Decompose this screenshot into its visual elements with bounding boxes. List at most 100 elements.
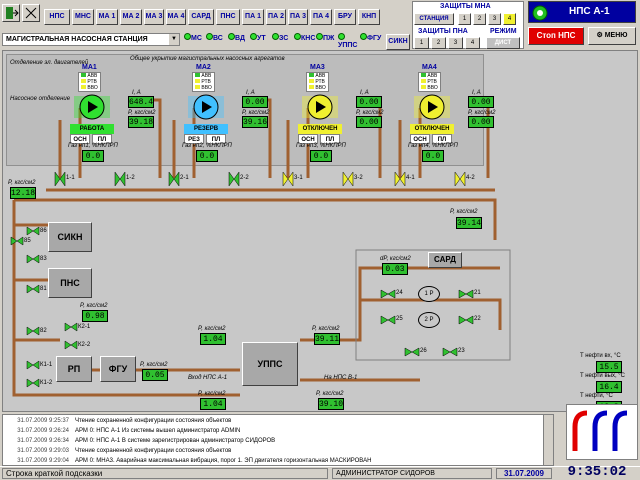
valve-icon (64, 340, 78, 350)
valve-icon (228, 171, 240, 187)
agg-gas-label: Газ нп2, %НКПРП (182, 143, 232, 149)
rp-unit[interactable]: РП (56, 356, 92, 382)
p-in-value: 12.18 (10, 187, 36, 199)
sard-valve-21[interactable]: 21 (458, 286, 486, 302)
valve-2-2[interactable]: 2-2 (228, 170, 252, 188)
out-label: На НПС В-1 (324, 375, 358, 381)
valve-85[interactable]: 85 (10, 236, 40, 248)
p-in-label: P, кгс/см2 (8, 180, 36, 186)
valve-3-2[interactable]: 3-2 (342, 170, 366, 188)
agg-name: МА4 (422, 64, 437, 71)
valve-2-1[interactable]: 2-1 (168, 170, 192, 188)
valve-81[interactable]: 81 (26, 284, 56, 296)
valve-icon (380, 286, 396, 299)
sard-valve-24[interactable]: 24 (380, 286, 408, 302)
agg-status: РЕЗЕРВ (184, 124, 228, 134)
agg-name: МА2 (196, 64, 211, 71)
agg-gas: 0.0 (422, 150, 444, 162)
agg-gas: 0.0 (310, 150, 332, 162)
valve-icon (282, 171, 294, 187)
agg-current: 0.00 (356, 96, 382, 108)
valve-83[interactable]: 83 (26, 254, 56, 266)
agg-sensors: АВВ РТВ ВВО (192, 72, 215, 92)
valve-3-1[interactable]: 3-1 (282, 170, 306, 188)
log-row[interactable]: 31.07.2009 9:26:24 АРМ 0: НПС А-1 Из сист… (3, 426, 553, 436)
logo-panel (566, 404, 638, 460)
sard-regulator-2[interactable]: 2 Р (418, 312, 440, 328)
user-text: АДМИНИСТРАТОР СИДОРОВ (332, 468, 492, 479)
clock-text: 9:35:02 (567, 464, 627, 480)
agg-sensors: АВВ РТВ ВВО (306, 72, 329, 92)
upps-unit[interactable]: УППС (242, 342, 298, 386)
company-logo-icon (572, 410, 628, 451)
p-rp-label: P, кгс/см2 (198, 326, 226, 332)
log-row[interactable]: 31.07.2009 9:29:04 АРМ 0: МНА3. Аварийная… (3, 456, 553, 465)
p-k2-label: P, кгс/см2 (80, 303, 108, 309)
agg-current: 0.00 (468, 96, 494, 108)
p-upps-label: P, кгс/см2 (312, 326, 340, 332)
in-p-label: P, кгс/см2 (198, 391, 226, 397)
valve-icon (26, 378, 40, 388)
event-log[interactable]: 31.07.2009 9:25:37 Чтение сохраненной кон… (2, 414, 554, 466)
p-fgu-value: 0.05 (142, 369, 168, 381)
sard-regulator-1[interactable]: 1 Р (418, 286, 440, 302)
temp-label-0: T нефти вх, °C (580, 353, 621, 359)
p-out-label: P, кгс/см2 (450, 209, 478, 215)
valve-icon (26, 360, 40, 370)
fgu-unit[interactable]: ФГУ (100, 356, 136, 382)
sard-valve-26[interactable]: 26 (404, 344, 432, 360)
valve-icon (380, 312, 396, 325)
hint-text: Строка краткой подсказки (2, 468, 328, 479)
temp-value-0: 15.5 (596, 361, 622, 373)
sard-valve-22[interactable]: 22 (458, 312, 486, 328)
valve-icon (394, 171, 406, 187)
agg-status: ОТКЛЮЧЕН (298, 124, 342, 134)
valve-icon (342, 171, 354, 187)
sard-dp-label: dP, кгс/см2 (380, 256, 411, 262)
valve-4-2[interactable]: 4-2 (454, 170, 478, 188)
valve-icon (54, 171, 66, 187)
log-row[interactable]: 31.07.2009 9:25:37 Чтение сохраненной кон… (3, 416, 553, 426)
valve-1-1[interactable]: 1-1 (54, 170, 78, 188)
agg-pressure: 39.16 (242, 116, 268, 128)
pump-2[interactable] (186, 92, 226, 122)
p-upps-value: 39.11 (314, 333, 340, 345)
valve-К1-2[interactable]: К1-2 (26, 378, 56, 390)
agg-current: 0.00 (242, 96, 268, 108)
p-out-value: 39.14 (456, 217, 482, 229)
valve-4-1[interactable]: 4-1 (394, 170, 418, 188)
temp-label-1: T нефти вых, °C (580, 373, 626, 379)
valve-К2-2[interactable]: К2-2 (64, 340, 94, 352)
valve-icon (114, 171, 126, 187)
p-k2-value: 0.98 (82, 310, 108, 322)
sard-valve-25[interactable]: 25 (380, 312, 408, 328)
valve-icon (458, 286, 474, 299)
agg-name: МА1 (82, 64, 97, 71)
out-p-value: 39.10 (318, 398, 344, 410)
agg-name: МА3 (310, 64, 325, 71)
agg-pressure: 0.00 (468, 116, 494, 128)
log-row[interactable]: 31.07.2009 9:29:03 Чтение сохраненной кон… (3, 446, 553, 456)
agg-gas-label: Газ нп1, %НКПРП (68, 143, 118, 149)
pump-4[interactable] (412, 92, 452, 122)
valve-icon (26, 254, 40, 264)
agg-status: ОТКЛЮЧЕН (410, 124, 454, 134)
log-scrollbar[interactable] (543, 415, 553, 465)
temp-label-2: T нефти, °C (580, 393, 613, 399)
valve-К2-1[interactable]: К2-1 (64, 322, 94, 334)
p-fgu-label: P, кгс/см2 (140, 362, 168, 368)
agg-gas: 0.0 (82, 150, 104, 162)
pump-1[interactable] (72, 92, 112, 122)
valve-icon (454, 171, 466, 187)
agg-pressure: 0.00 (356, 116, 382, 128)
log-row[interactable]: 31.07.2009 9:26:34 АРМ 0: НПС А-1 В систе… (3, 436, 553, 446)
sard-valve-23[interactable]: 23 (442, 344, 470, 360)
p-rp-value: 1.04 (200, 333, 226, 345)
valve-icon (26, 284, 40, 294)
sard-unit[interactable]: САРД (428, 252, 462, 268)
valve-82[interactable]: 82 (26, 326, 56, 338)
valve-icon (404, 344, 420, 357)
valve-К1-1[interactable]: К1-1 (26, 360, 56, 372)
valve-1-2[interactable]: 1-2 (114, 170, 138, 188)
pump-3[interactable] (300, 92, 340, 122)
